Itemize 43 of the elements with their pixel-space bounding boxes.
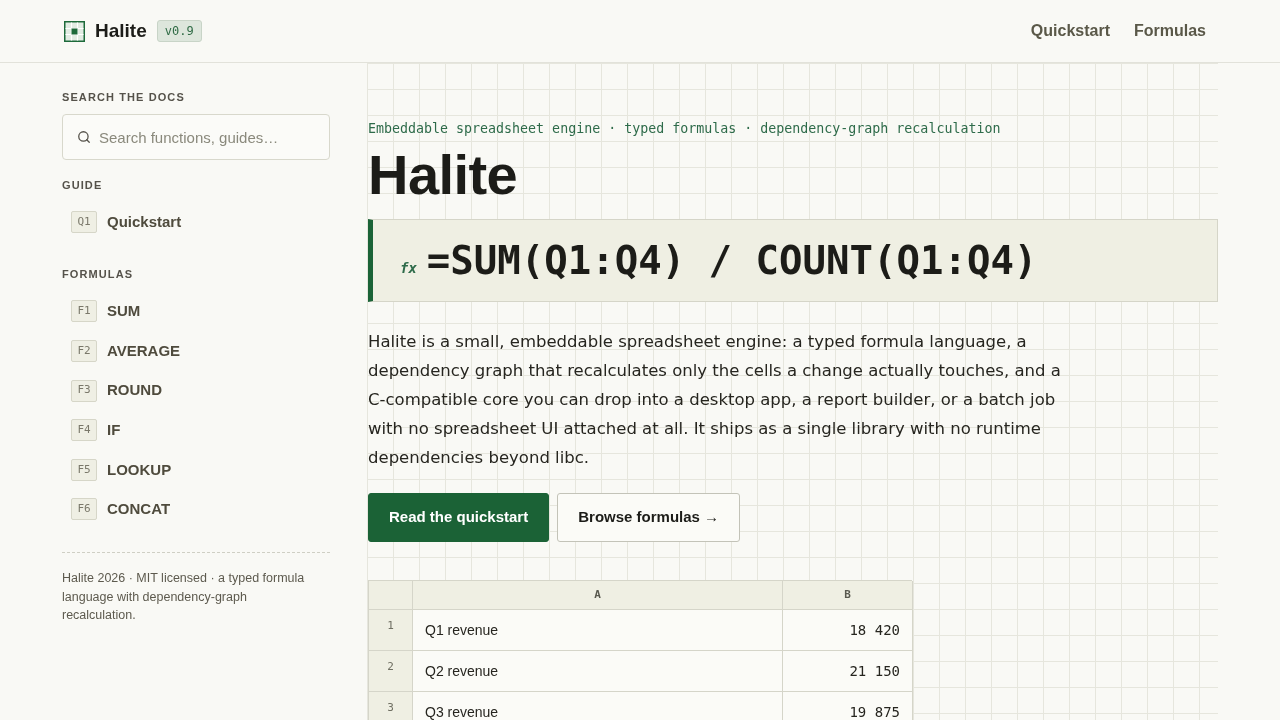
sidebar-item[interactable]: Q1 Quickstart [62, 202, 330, 242]
search-icon [77, 130, 91, 144]
search-field[interactable]: Search functions, guides… [62, 114, 330, 160]
section-heading: SEARCH THE DOCS [62, 90, 185, 104]
sidebar-item[interactable]: F1 SUM [62, 291, 330, 332]
shortcut-key: F6 [71, 498, 97, 521]
formula-text: =SUM(Q1:Q4) / COUNT(Q1:Q4) [426, 237, 1038, 284]
footer-text: Halite 2026 · MIT licensed · a typed formula language with dependency-graph recalculation. [62, 570, 306, 625]
version-label: v0.9 [156, 20, 202, 42]
sidebar-item[interactable]: F2 AVERAGE [62, 331, 330, 371]
section-heading: GUIDE [62, 178, 103, 192]
table-cell: Q3 revenue [413, 692, 783, 720]
table-cell: 18 420 [783, 610, 913, 651]
tagline: Embeddable spreadsheet engine · typed formulas · dependency-graph recalculation [368, 120, 1001, 138]
shortcut-key: F2 [71, 340, 97, 362]
browse-button[interactable]: Browse formulas → [557, 493, 741, 542]
table-cell: 21 150 [783, 651, 913, 692]
row-number: 2 [369, 651, 413, 692]
shortcut-key: F4 [71, 419, 97, 442]
sidebar-item[interactable]: F3 ROUND [62, 370, 330, 411]
column-header: A [413, 581, 783, 610]
formula-prefix: fx [400, 259, 417, 278]
section-heading: FORMULAS [62, 266, 134, 281]
sidebar-item[interactable]: F6 CONCAT [62, 489, 330, 530]
table-cell: 19 875 [783, 692, 913, 720]
sidebar-item[interactable]: F5 LOOKUP [62, 449, 330, 490]
table-cell: Q1 revenue [413, 610, 783, 651]
row-number: 3 [369, 692, 413, 720]
page-title: Halite [368, 147, 518, 203]
column-header: B [783, 581, 913, 610]
nav-link[interactable]: Quickstart [1030, 19, 1110, 43]
table-cell: Q2 revenue [413, 651, 783, 692]
shortcut-key: Q1 [71, 210, 97, 233]
shortcut-key: F3 [71, 379, 97, 402]
description-text: Halite is a small, embeddable spreadsheet engine: a typed formula language, a dependency graph that recalculates only the cells a change actually touches, and a C-compatible core you can drop into a desktop app, a report builder, or a batch job with no spreadsheet UI attached at all. It ships as a single library with no runtime dependencies beyond libc. [368, 331, 1062, 469]
grid-logo-icon [64, 20, 85, 42]
logo-text[interactable]: Halite [95, 16, 147, 46]
sidebar-item[interactable]: F4 IF [62, 410, 330, 450]
shortcut-key: F1 [71, 300, 97, 323]
nav-link[interactable]: Formulas [1134, 19, 1206, 43]
shortcut-key: F5 [71, 458, 97, 481]
row-number: 1 [369, 610, 413, 651]
quickstart-button[interactable]: Read the quickstart [368, 493, 550, 542]
